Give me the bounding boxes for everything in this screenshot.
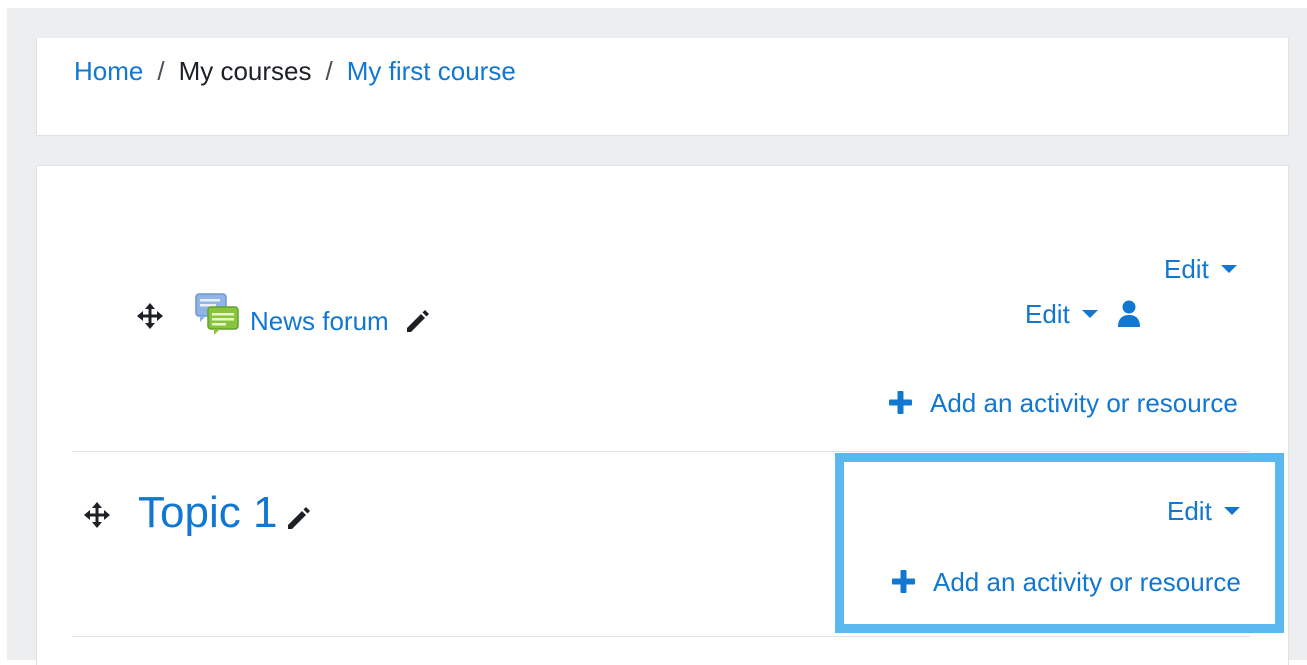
add-activity-label: Add an activity or resource	[930, 388, 1238, 418]
edit-label: Edit	[1025, 299, 1070, 329]
pencil-icon[interactable]	[285, 506, 311, 532]
general-add-activity-link[interactable]: Add an activity or resource	[889, 386, 1238, 420]
highlight-box	[835, 453, 1284, 633]
plus-icon	[889, 390, 912, 414]
breadcrumb-my-courses: My courses	[178, 56, 312, 86]
activity-news-forum-link[interactable]: News forum	[250, 304, 389, 338]
topic-title-text: Topic 1	[138, 488, 278, 537]
breadcrumb-course-link[interactable]: My first course	[347, 56, 516, 86]
caret-down-icon	[1081, 310, 1098, 319]
activity-edit-menu[interactable]: Edit	[1025, 297, 1098, 331]
breadcrumb-home-link[interactable]: Home	[74, 56, 143, 86]
breadcrumb-separator: /	[325, 56, 333, 86]
breadcrumb: Home / My courses / My first course	[74, 54, 516, 88]
move-icon[interactable]	[137, 303, 163, 329]
pencil-icon[interactable]	[404, 309, 430, 335]
caret-down-icon	[1220, 265, 1237, 274]
user-icon[interactable]	[1117, 300, 1141, 328]
section-divider	[72, 451, 1250, 452]
edit-label: Edit	[1164, 254, 1209, 284]
breadcrumb-separator: /	[157, 56, 165, 86]
move-icon[interactable]	[84, 502, 110, 528]
general-section-edit-menu[interactable]: Edit	[1164, 252, 1237, 286]
topic-title[interactable]: Topic 1	[138, 486, 277, 540]
page: Home / My courses / My first course Edit	[0, 0, 1307, 665]
section-divider	[72, 636, 1250, 637]
activity-name: News forum	[250, 306, 389, 336]
forum-icon	[194, 293, 240, 337]
